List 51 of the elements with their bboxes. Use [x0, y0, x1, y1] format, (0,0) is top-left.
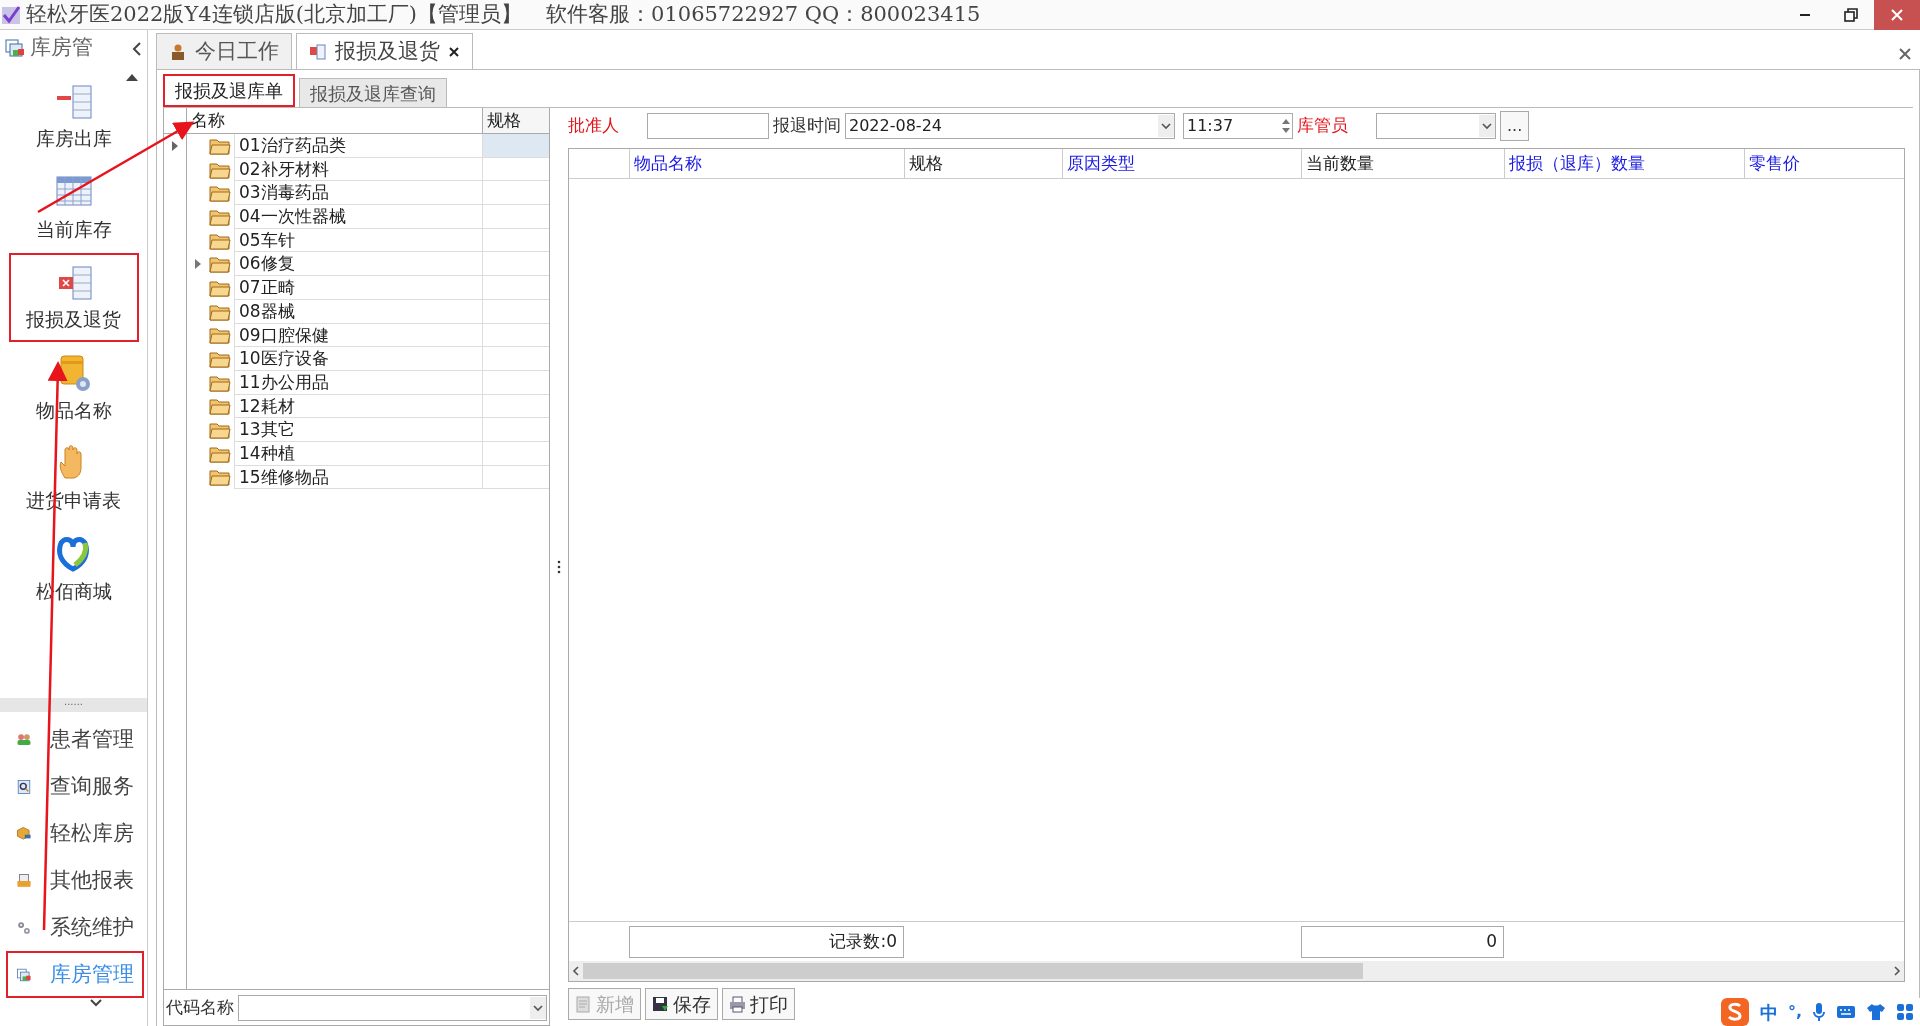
- field-label: 批准人: [568, 114, 619, 138]
- punctuation-toggle[interactable]: °,: [1787, 1000, 1802, 1024]
- tab[interactable]: 今日工作: [156, 33, 292, 69]
- tree-item[interactable]: 13其它: [234, 418, 482, 442]
- column-header[interactable]: 零售价: [1744, 149, 1904, 178]
- column-header[interactable]: 当前数量: [1301, 149, 1504, 178]
- tree-item[interactable]: 05车针: [234, 228, 482, 253]
- splitter-grip[interactable]: ......: [0, 698, 147, 712]
- tree-item[interactable]: 14种植: [234, 441, 482, 466]
- tree-item[interactable]: 08器械: [234, 299, 482, 324]
- column-header[interactable]: 规格: [482, 108, 549, 133]
- total-field: 0: [1301, 925, 1504, 958]
- sidebar-title: 库房管: [30, 34, 93, 62]
- sidebar-item[interactable]: 报损及退货: [8, 253, 139, 342]
- sidebar-section[interactable]: 轻松库房: [6, 810, 144, 857]
- sidebar-item[interactable]: 当前库存: [8, 162, 139, 251]
- record-count: 记录数:0: [629, 925, 904, 958]
- tree-item[interactable]: 15维修物品: [234, 465, 482, 490]
- sidebar-item[interactable]: 库房出库: [8, 72, 139, 161]
- tree-item[interactable]: 02补牙材料: [234, 157, 482, 182]
- tree-item[interactable]: 12耗材: [234, 394, 482, 419]
- date-dropdown[interactable]: 2022-08-24: [845, 113, 1175, 139]
- input-mode-toggle[interactable]: 中: [1759, 998, 1778, 1026]
- tree-item[interactable]: 09口腔保健: [234, 323, 482, 348]
- column-header[interactable]: 原因类型: [1062, 149, 1301, 178]
- window-title: 轻松牙医2022版Y4连锁店版(北京加工厂)【管理员】: [26, 0, 523, 28]
- more-button[interactable]: ...: [1500, 111, 1530, 141]
- tab[interactable]: 报损及退货: [296, 33, 473, 69]
- field-label: 代码名称: [166, 995, 234, 1019]
- column-header[interactable]: 物品名称: [629, 149, 904, 178]
- subtab[interactable]: 报损及退库查询: [299, 78, 447, 107]
- support-info: 软件客服：01065722927 QQ：800023415: [546, 0, 981, 28]
- tree-item[interactable]: 10医疗设备: [234, 347, 482, 371]
- tree-item[interactable]: 03消毒药品: [234, 181, 482, 206]
- field-label: 库管员: [1297, 114, 1348, 138]
- sidebar-section[interactable]: 查询服务: [6, 763, 144, 810]
- tree-item[interactable]: 06修复: [234, 252, 482, 277]
- sidebar-section[interactable]: 系统维护: [6, 904, 144, 951]
- tree-item[interactable]: 11办公用品: [234, 370, 482, 395]
- tree-item[interactable]: 01治疗药品类: [234, 134, 482, 158]
- sidebar-section[interactable]: 其他报表: [6, 857, 144, 904]
- subtab[interactable]: 报损及退库单: [163, 74, 295, 107]
- tree-item[interactable]: 04一次性器械: [234, 205, 482, 229]
- save-button[interactable]: 保存: [645, 988, 718, 1020]
- column-header[interactable]: 规格: [904, 149, 1062, 178]
- tree-item[interactable]: 07正畸: [234, 276, 482, 300]
- column-header[interactable]: 报损（退库）数量: [1504, 149, 1744, 178]
- field-label: 报退时间: [773, 114, 841, 138]
- time-spinner[interactable]: 11:37: [1183, 113, 1293, 139]
- sidebar-section[interactable]: 患者管理: [6, 716, 144, 763]
- print-button[interactable]: 打印: [722, 988, 795, 1020]
